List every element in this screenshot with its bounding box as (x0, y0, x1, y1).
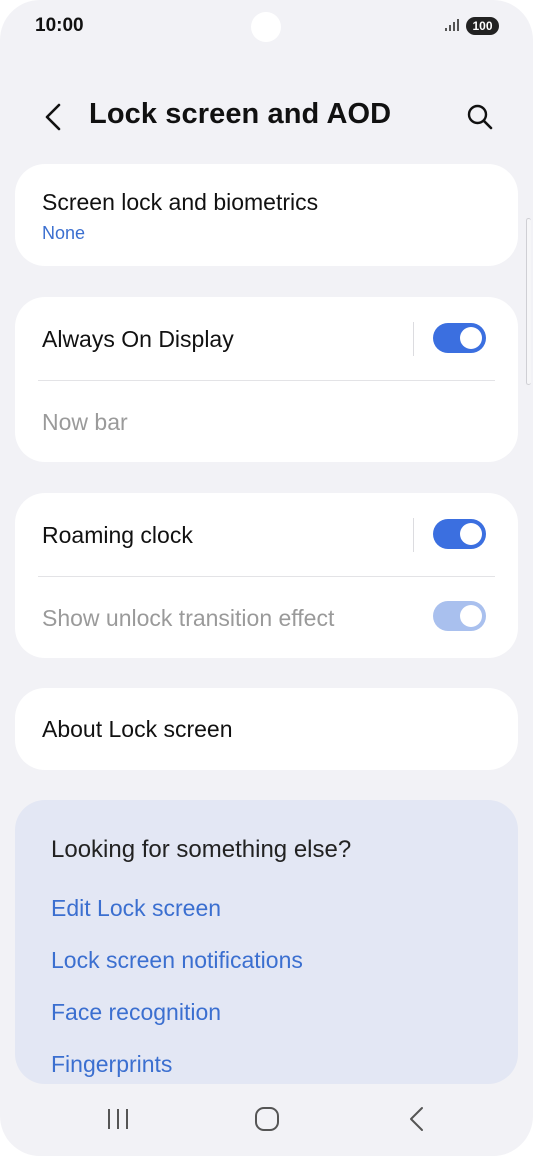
suggestions-title: Looking for something else? (51, 836, 352, 863)
chevron-left-icon (45, 103, 61, 131)
now-bar-item: Now bar (42, 409, 128, 435)
status-time: 10:00 (35, 15, 84, 36)
recents-icon (108, 1109, 128, 1129)
screen-lock-value: None (42, 223, 86, 243)
signal-icon (445, 19, 459, 31)
battery-badge: 100 (466, 17, 499, 35)
nav-back-icon (410, 1107, 423, 1131)
back-button[interactable] (38, 100, 68, 134)
nav-back-button[interactable] (397, 1102, 437, 1136)
recents-button[interactable] (98, 1102, 138, 1136)
aod-toggle[interactable] (433, 323, 486, 353)
suggestions-card: Looking for something else? Edit Lock sc… (15, 800, 518, 1084)
suggestion-link[interactable]: Lock screen notifications (51, 947, 303, 974)
home-button[interactable] (247, 1102, 287, 1136)
suggestion-link[interactable]: Edit Lock screen (51, 895, 221, 922)
home-icon (255, 1107, 279, 1131)
suggestion-link[interactable]: Face recognition (51, 999, 221, 1026)
navigation-bar (0, 1090, 533, 1150)
phone-screen: 10:00 100 Lock screen and AOD Screen loc… (0, 0, 533, 1156)
aod-title[interactable]: Always On Display (42, 326, 234, 353)
roaming-divider (413, 518, 414, 552)
search-icon (467, 104, 493, 130)
roaming-title[interactable]: Roaming clock (42, 522, 193, 549)
aod-divider (413, 322, 414, 356)
unlock-effect-item: Show unlock transition effect (42, 605, 335, 631)
row-divider (38, 576, 495, 577)
search-button[interactable] (462, 100, 498, 134)
suggestion-link[interactable]: Fingerprints (51, 1051, 172, 1078)
unlock-effect-toggle (433, 601, 486, 631)
scroll-indicator[interactable] (526, 218, 531, 385)
roaming-toggle[interactable] (433, 519, 486, 549)
screen-lock-title: Screen lock and biometrics (42, 189, 319, 215)
roaming-card: Roaming clock Show unlock transition eff… (15, 493, 518, 658)
screen-lock-card[interactable]: Screen lock and biometrics None (15, 164, 518, 266)
camera-cutout (251, 12, 281, 42)
about-card[interactable]: About Lock screen (15, 688, 518, 770)
page-title: Lock screen and AOD (89, 98, 392, 130)
aod-card: Always On Display Now bar (15, 297, 518, 462)
about-title: About Lock screen (42, 716, 233, 742)
row-divider (38, 380, 495, 381)
